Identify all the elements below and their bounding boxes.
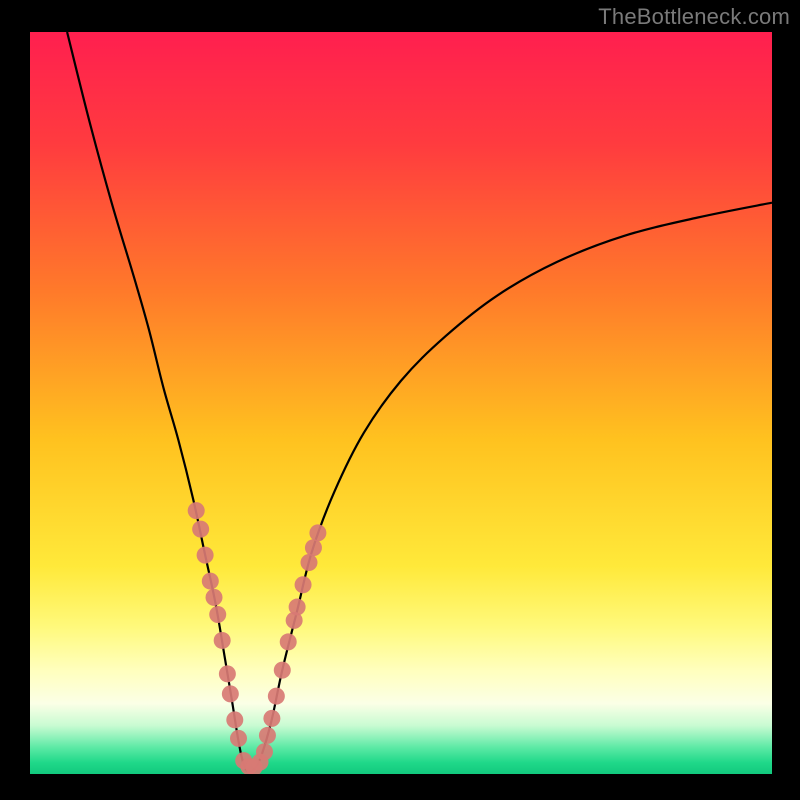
data-point [259, 727, 276, 744]
data-point [295, 576, 312, 593]
data-point [305, 539, 322, 556]
data-point [214, 632, 231, 649]
data-point [206, 589, 223, 606]
chart-frame: TheBottleneck.com [0, 0, 800, 800]
data-point [280, 633, 297, 650]
data-point [300, 554, 317, 571]
data-point [197, 547, 214, 564]
data-point [309, 524, 326, 541]
watermark-text: TheBottleneck.com [598, 4, 790, 30]
data-point [222, 685, 239, 702]
data-point [263, 710, 280, 727]
data-point [192, 521, 209, 538]
chart-background [30, 32, 772, 774]
data-point [289, 599, 306, 616]
chart-svg [30, 32, 772, 774]
data-point [202, 573, 219, 590]
data-point [230, 730, 247, 747]
data-point [226, 711, 243, 728]
data-point [274, 662, 291, 679]
data-point [209, 606, 226, 623]
data-point [268, 688, 285, 705]
data-point [188, 502, 205, 519]
data-point [256, 743, 273, 760]
plot-area [30, 32, 772, 774]
data-point [219, 665, 236, 682]
